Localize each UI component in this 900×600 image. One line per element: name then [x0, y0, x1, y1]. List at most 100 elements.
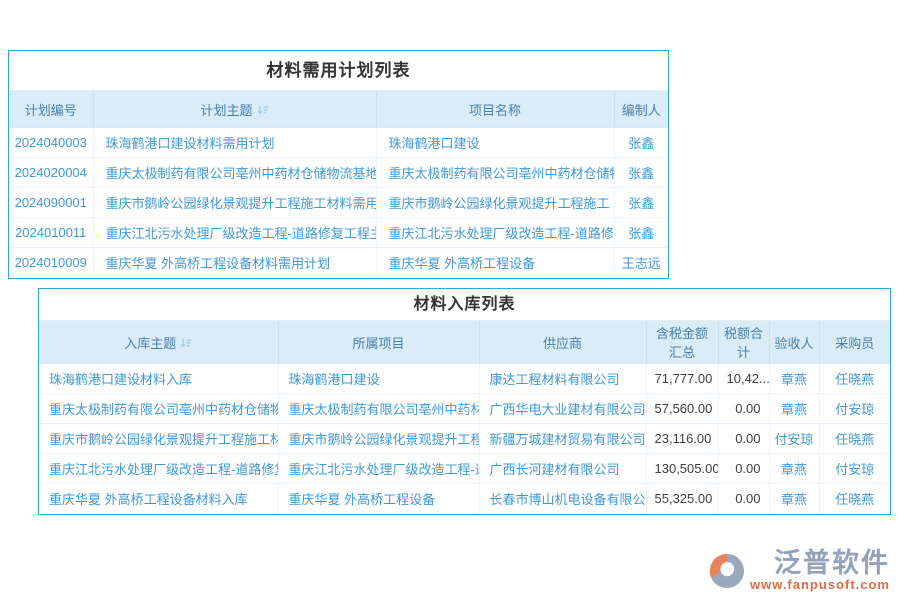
plan-cell-project[interactable]: 重庆太极制药有限公司亳州中药材仓储物流... [376, 158, 614, 188]
inbound-cell-project[interactable]: 重庆太极制药有限公司亳州中药材仓... [278, 394, 479, 424]
inbound-cell-supplier[interactable]: 新疆万城建材贸易有限公司 [479, 424, 646, 454]
inbound-cell-purchaser[interactable]: 任晓燕 [819, 424, 890, 454]
inbound-col-header-subject[interactable]: 入库主题 [39, 321, 278, 364]
inbound-col-header-inspector: 验收人 [769, 321, 819, 364]
plan-table-header-row: 计划编号 计划主题 项目名称 编制人 [9, 91, 668, 128]
inbound-cell-amount: 130,505.00 [646, 454, 718, 484]
inbound-cell-purchaser[interactable]: 任晓燕 [819, 364, 890, 394]
plan-cell-creator[interactable]: 王志远 [614, 248, 668, 278]
inbound-col-label: 入库主题 [124, 336, 176, 351]
plan-cell-project[interactable]: 重庆江北污水处理厂级改造工程-道路修复工程 [376, 218, 614, 248]
inbound-cell-purchaser[interactable]: 付安琼 [819, 394, 890, 424]
inbound-col-label: 采购员 [835, 336, 874, 351]
inbound-cell-subject[interactable]: 重庆江北污水处理厂级改造工程-道路修复工程... [39, 454, 278, 484]
inbound-col-label: 供应商 [543, 336, 582, 351]
inbound-cell-amount: 57,560.00 [646, 394, 718, 424]
plan-cell-plan_no[interactable]: 2024010011 [9, 218, 93, 248]
plan-row[interactable]: 2024010009重庆华夏 外高桥工程设备材料需用计划重庆华夏 外高桥工程设备… [9, 248, 668, 278]
material-demand-plan-table: 计划编号 计划主题 项目名称 编制人 2024040003珠海鹤港口建设材料需用… [9, 90, 668, 278]
plan-cell-creator[interactable]: 张鑫 [614, 188, 668, 218]
material-inbound-panel: 材料入库列表 入库主题 所属项目 供应商 含税金额汇总 税额合计 [38, 288, 891, 515]
plan-cell-creator[interactable]: 张鑫 [614, 158, 668, 188]
inbound-row[interactable]: 重庆太极制药有限公司亳州中药材仓储物流基...重庆太极制药有限公司亳州中药材仓.… [39, 394, 890, 424]
inbound-cell-supplier[interactable]: 广西华电大业建材有限公司 [479, 394, 646, 424]
inbound-cell-inspector[interactable]: 章燕 [769, 394, 819, 424]
inbound-cell-tax: 10,42... [718, 364, 769, 394]
inbound-row[interactable]: 重庆市鹅岭公园绿化景观提升工程施工材料入库重庆市鹅岭公园绿化景观提升工程施工新疆… [39, 424, 890, 454]
plan-col-header-creator: 编制人 [614, 91, 668, 128]
plan-cell-project[interactable]: 重庆华夏 外高桥工程设备 [376, 248, 614, 278]
plan-cell-subject[interactable]: 重庆华夏 外高桥工程设备材料需用计划 [93, 248, 376, 278]
inbound-cell-inspector[interactable]: 章燕 [769, 364, 819, 394]
fanpu-software-logo: 泛普软件 www.fanpusoft.com [708, 549, 890, 592]
inbound-cell-supplier[interactable]: 长春市博山机电设备有限公司 [479, 484, 646, 514]
inbound-cell-subject[interactable]: 重庆太极制药有限公司亳州中药材仓储物流基... [39, 394, 278, 424]
sort-icon[interactable] [257, 104, 269, 119]
plan-col-header-subject[interactable]: 计划主题 [93, 91, 376, 128]
sort-icon[interactable] [180, 337, 192, 352]
material-inbound-table: 入库主题 所属项目 供应商 含税金额汇总 税额合计 验收人 采购 [39, 320, 890, 514]
inbound-cell-inspector[interactable]: 章燕 [769, 484, 819, 514]
logo-text-block: 泛普软件 www.fanpusoft.com [750, 549, 890, 592]
inbound-col-label: 含税金额汇总 [656, 326, 708, 360]
inbound-col-header-project: 所属项目 [278, 321, 479, 364]
plan-table-title: 材料需用计划列表 [9, 51, 668, 90]
inbound-cell-amount: 23,116.00 [646, 424, 718, 454]
inbound-col-header-amount: 含税金额汇总 [646, 321, 718, 364]
inbound-cell-supplier[interactable]: 康达工程材料有限公司 [479, 364, 646, 394]
inbound-cell-supplier[interactable]: 广西长河建材有限公司 [479, 454, 646, 484]
inbound-cell-project[interactable]: 珠海鹤港口建设 [278, 364, 479, 394]
inbound-cell-subject[interactable]: 重庆华夏 外高桥工程设备材料入库 [39, 484, 278, 514]
plan-cell-subject[interactable]: 重庆太极制药有限公司亳州中药材仓储物流基地项目... [93, 158, 376, 188]
plan-cell-project[interactable]: 珠海鹤港口建设 [376, 128, 614, 158]
inbound-cell-purchaser[interactable]: 任晓燕 [819, 484, 890, 514]
plan-cell-project[interactable]: 重庆市鹅岭公园绿化景观提升工程施工 [376, 188, 614, 218]
plan-col-header-project: 项目名称 [376, 91, 614, 128]
plan-cell-subject[interactable]: 珠海鹤港口建设材料需用计划 [93, 128, 376, 158]
plan-cell-creator[interactable]: 张鑫 [614, 128, 668, 158]
logo-url-text: www.fanpusoft.com [750, 577, 890, 592]
inbound-col-label: 验收人 [774, 336, 813, 351]
inbound-cell-project[interactable]: 重庆江北污水处理厂级改造工程-道路... [278, 454, 479, 484]
inbound-cell-inspector[interactable]: 付安琼 [769, 424, 819, 454]
inbound-col-label: 税额合计 [724, 326, 763, 360]
plan-col-label: 计划编号 [25, 103, 77, 118]
inbound-row[interactable]: 珠海鹤港口建设材料入库珠海鹤港口建设康达工程材料有限公司71,777.0010,… [39, 364, 890, 394]
plan-col-label: 编制人 [622, 103, 661, 118]
plan-row[interactable]: 2024010011重庆江北污水处理厂级改造工程-道路修复工程主要材料重庆江北污… [9, 218, 668, 248]
inbound-cell-subject[interactable]: 珠海鹤港口建设材料入库 [39, 364, 278, 394]
plan-cell-creator[interactable]: 张鑫 [614, 218, 668, 248]
plan-row[interactable]: 2024020004重庆太极制药有限公司亳州中药材仓储物流基地项目...重庆太极… [9, 158, 668, 188]
inbound-cell-amount: 55,325.00 [646, 484, 718, 514]
inbound-row[interactable]: 重庆江北污水处理厂级改造工程-道路修复工程...重庆江北污水处理厂级改造工程-道… [39, 454, 890, 484]
inbound-cell-tax: 0.00 [718, 424, 769, 454]
inbound-cell-project[interactable]: 重庆华夏 外高桥工程设备 [278, 484, 479, 514]
plan-col-label: 项目名称 [469, 103, 521, 118]
plan-cell-plan_no[interactable]: 2024010009 [9, 248, 93, 278]
plan-row[interactable]: 2024090001重庆市鹅岭公园绿化景观提升工程施工材料需用计划重庆市鹅岭公园… [9, 188, 668, 218]
inbound-cell-project[interactable]: 重庆市鹅岭公园绿化景观提升工程施工 [278, 424, 479, 454]
inbound-cell-purchaser[interactable]: 付安琼 [819, 454, 890, 484]
plan-cell-subject[interactable]: 重庆市鹅岭公园绿化景观提升工程施工材料需用计划 [93, 188, 376, 218]
plan-cell-plan_no[interactable]: 2024090001 [9, 188, 93, 218]
plan-cell-plan_no[interactable]: 2024020004 [9, 158, 93, 188]
material-demand-plan-panel: 材料需用计划列表 计划编号 计划主题 项目名称 编制人 2024040003珠海 [8, 50, 669, 279]
inbound-cell-subject[interactable]: 重庆市鹅岭公园绿化景观提升工程施工材料入库 [39, 424, 278, 454]
inbound-col-header-tax: 税额合计 [718, 321, 769, 364]
inbound-table-title: 材料入库列表 [39, 289, 890, 320]
plan-col-header-plan-no: 计划编号 [9, 91, 93, 128]
inbound-table-header-row: 入库主题 所属项目 供应商 含税金额汇总 税额合计 验收人 采购 [39, 321, 890, 364]
inbound-row[interactable]: 重庆华夏 外高桥工程设备材料入库重庆华夏 外高桥工程设备长春市博山机电设备有限公… [39, 484, 890, 514]
logo-brand-text: 泛普软件 [774, 549, 890, 577]
plan-col-label: 计划主题 [200, 103, 252, 118]
plan-cell-plan_no[interactable]: 2024040003 [9, 128, 93, 158]
inbound-col-label: 所属项目 [352, 336, 404, 351]
plan-cell-subject[interactable]: 重庆江北污水处理厂级改造工程-道路修复工程主要材料 [93, 218, 376, 248]
inbound-cell-tax: 0.00 [718, 454, 769, 484]
inbound-cell-tax: 0.00 [718, 394, 769, 424]
inbound-cell-inspector[interactable]: 章燕 [769, 454, 819, 484]
inbound-cell-tax: 0.00 [718, 484, 769, 514]
plan-row[interactable]: 2024040003珠海鹤港口建设材料需用计划珠海鹤港口建设张鑫 [9, 128, 668, 158]
inbound-col-header-supplier: 供应商 [479, 321, 646, 364]
inbound-cell-amount: 71,777.00 [646, 364, 718, 394]
